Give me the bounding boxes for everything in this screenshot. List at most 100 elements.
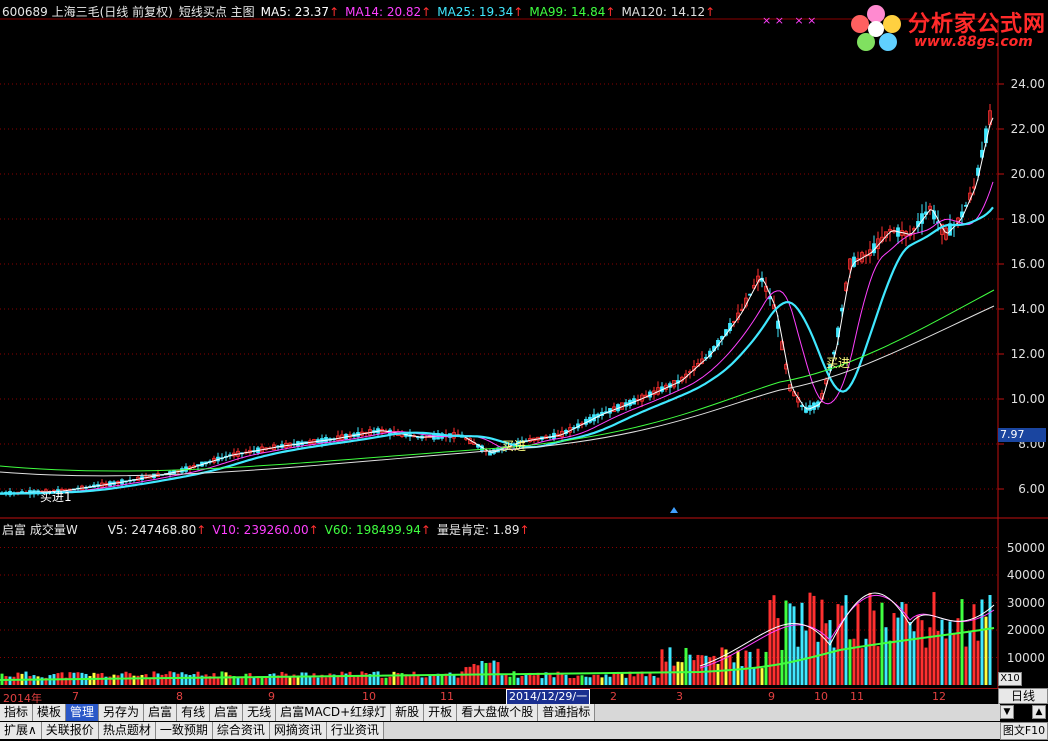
tab-consensus[interactable]: 一致预期 bbox=[155, 722, 213, 739]
volume-bar bbox=[888, 640, 892, 685]
volume-bar bbox=[772, 595, 776, 685]
volume-bar bbox=[540, 678, 544, 685]
volume-bar bbox=[552, 677, 556, 685]
tab-indicator[interactable]: 指标 bbox=[0, 704, 34, 721]
volume-bar bbox=[348, 671, 352, 685]
volume-bar bbox=[144, 674, 148, 685]
volume-bar bbox=[284, 673, 288, 685]
volume-bar bbox=[412, 671, 416, 685]
tab-expand[interactable]: 扩展∧ bbox=[0, 722, 42, 739]
volume-bar bbox=[652, 676, 656, 685]
volume-bar bbox=[612, 673, 616, 685]
volume-bar bbox=[916, 615, 920, 685]
tab-qifu-2[interactable]: 启富 bbox=[210, 704, 244, 721]
volume-bar bbox=[796, 646, 800, 685]
volume-bar bbox=[156, 673, 160, 685]
price-tick-18: 18.00 bbox=[1010, 212, 1045, 226]
volume-bar bbox=[280, 671, 284, 685]
v10-value: V10: 239260.00↑ bbox=[212, 523, 319, 537]
volume-title: 启富 成交量W bbox=[2, 523, 78, 537]
tab-market-stock[interactable]: 看大盘做个股 bbox=[457, 704, 539, 721]
volume-bar bbox=[176, 673, 180, 685]
tab-save-as[interactable]: 另存为 bbox=[99, 704, 145, 721]
v60-value: V60: 198499.94↑ bbox=[324, 523, 431, 537]
x10-button[interactable]: X10 bbox=[998, 672, 1022, 686]
volume-bar bbox=[848, 639, 852, 685]
tab-template[interactable]: 模板 bbox=[33, 704, 67, 721]
tab-youxian[interactable]: 有线 bbox=[177, 704, 211, 721]
volume-bar bbox=[980, 599, 984, 685]
volume-bar bbox=[792, 606, 796, 685]
indicator-name: 短线买点 主图 bbox=[178, 5, 255, 19]
tab-manage[interactable]: 管理 bbox=[66, 704, 100, 721]
tab-new-stock[interactable]: 新股 bbox=[391, 704, 425, 721]
tab-industry-news[interactable]: 行业资讯 bbox=[326, 722, 384, 739]
site-logo: 分析家公式网 www.88gs.com bbox=[848, 2, 1045, 56]
volume-bar bbox=[420, 677, 424, 685]
volume-bar bbox=[252, 677, 256, 685]
cursor-date: 2014/12/29/一 bbox=[506, 689, 591, 705]
volume-bar bbox=[224, 672, 228, 685]
volume-bar bbox=[896, 617, 900, 685]
date-m9: 9 bbox=[268, 690, 275, 703]
volume-bar bbox=[456, 677, 460, 685]
volume-bar bbox=[676, 661, 680, 685]
volume-bar bbox=[424, 677, 428, 685]
volume-bar bbox=[984, 616, 988, 685]
tab-normal-indicator[interactable]: 普通指标 bbox=[538, 704, 596, 721]
volume-bar bbox=[580, 675, 584, 685]
volume-bar bbox=[516, 677, 520, 685]
volume-bar bbox=[868, 592, 872, 685]
volume-bar bbox=[684, 647, 688, 685]
ma99-value: MA99: 14.84↑ bbox=[529, 5, 616, 19]
volume-bar bbox=[268, 674, 272, 685]
volume-bar bbox=[240, 678, 244, 685]
volume-bar bbox=[972, 604, 976, 685]
volume-bar bbox=[532, 675, 536, 685]
volume-bar bbox=[24, 671, 28, 685]
volume-bar bbox=[840, 605, 844, 685]
tab-qifu-macd[interactable]: 启富MACD+红绿灯 bbox=[276, 704, 392, 721]
volume-bar bbox=[164, 674, 168, 685]
tab-hot-topics[interactable]: 热点题材 bbox=[98, 722, 156, 739]
indicator-tabs: 指标 模板 管理 另存为 启富 有线 启富 无线 启富MACD+红绿灯 新股 开… bbox=[0, 704, 1000, 721]
price-tick-20: 20.00 bbox=[1010, 167, 1045, 181]
volume-bar bbox=[624, 677, 628, 685]
tab-web-news[interactable]: 网摘资讯 bbox=[269, 722, 327, 739]
volume-bar bbox=[632, 676, 636, 685]
volume-bar bbox=[464, 667, 468, 685]
volume-bar bbox=[660, 649, 664, 685]
period-daily-button[interactable]: 日线 bbox=[998, 688, 1048, 704]
scroll-up-button[interactable]: ▲ bbox=[1032, 705, 1046, 719]
vol-tick-10000: 10000 bbox=[1006, 651, 1045, 665]
tab-news[interactable]: 综合资讯 bbox=[212, 722, 270, 739]
volume-bar bbox=[40, 677, 44, 685]
buy-signal-2: 买进 bbox=[826, 356, 851, 370]
volume-panel-header: 启富 成交量W V5: 247468.80↑ V10: 239260.00↑ V60:… bbox=[2, 521, 536, 538]
volume-bar bbox=[584, 676, 588, 685]
volume-bar bbox=[948, 621, 952, 685]
volume-bar bbox=[588, 677, 592, 685]
event-marker-icon bbox=[670, 507, 678, 513]
tab-related-quote[interactable]: 关联报价 bbox=[41, 722, 99, 739]
volume-bar bbox=[884, 627, 888, 685]
date-axis: 2014年 7 8 9 10 11 2014/12/29/一 2 3 9 10 … bbox=[0, 688, 1000, 705]
tab-wuxian[interactable]: 无线 bbox=[243, 704, 277, 721]
scroll-down-button[interactable]: ▼ bbox=[1000, 705, 1014, 719]
tab-qifu-1[interactable]: 启富 bbox=[144, 704, 178, 721]
volume-bar bbox=[288, 676, 292, 685]
buy-signal-start: 买进1 bbox=[40, 490, 72, 504]
f10-button[interactable]: 图文F10 bbox=[1000, 722, 1048, 740]
price-tick-24: 24.00 bbox=[1010, 77, 1045, 91]
volume-bar bbox=[548, 673, 552, 685]
tab-open-board[interactable]: 开板 bbox=[424, 704, 458, 721]
volume-bar bbox=[892, 613, 896, 685]
volume-bar bbox=[372, 671, 376, 685]
volume-bar bbox=[644, 676, 648, 685]
volume-bar bbox=[704, 655, 708, 685]
price-tick-12: 12.00 bbox=[1010, 347, 1045, 361]
volume-bar bbox=[668, 647, 672, 685]
chart-canvas[interactable] bbox=[0, 0, 1048, 741]
date-m11: 11 bbox=[440, 690, 454, 703]
volume-bar bbox=[136, 675, 140, 685]
